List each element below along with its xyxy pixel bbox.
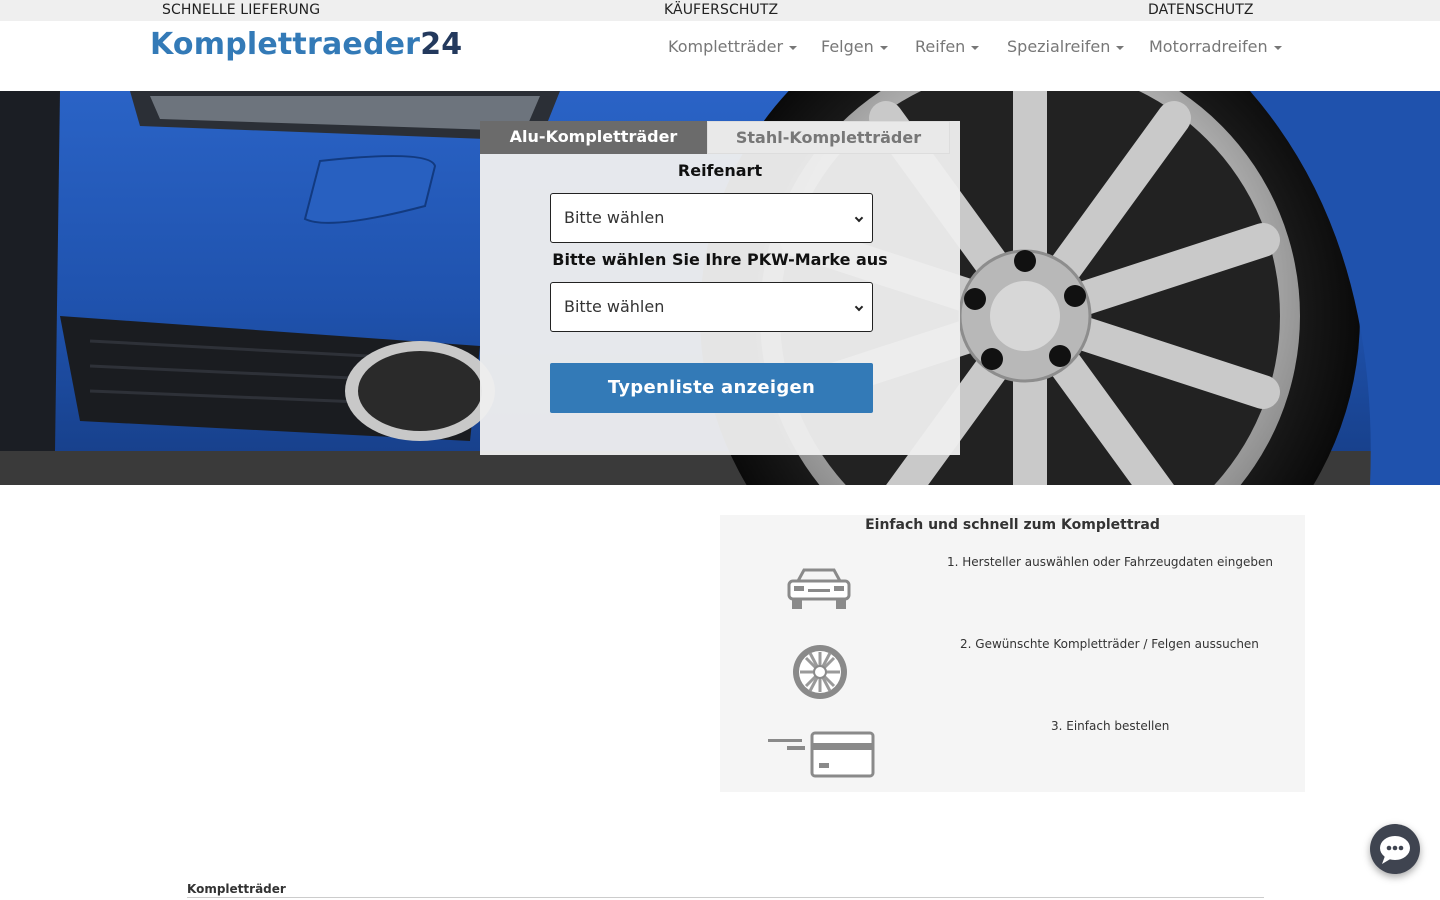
nav-item-reifen[interactable]: Reifen bbox=[915, 37, 980, 56]
pkw-marke-label: Bitte wählen Sie Ihre PKW-Marke aus bbox=[552, 250, 888, 269]
caret-down-icon bbox=[1116, 45, 1125, 50]
tab-stahl-komplettraeder[interactable]: Stahl-Kompletträder bbox=[707, 121, 950, 154]
nav-item-motorradreifen[interactable]: Motorradreifen bbox=[1149, 37, 1282, 56]
nav-label: Kompletträder bbox=[668, 37, 784, 56]
step-3-text: 3. Einfach bestellen bbox=[1051, 719, 1170, 733]
section-heading-komplettraeder: Kompletträder bbox=[187, 882, 286, 896]
reifenart-label: Reifenart bbox=[677, 161, 763, 180]
chevron-down-icon bbox=[854, 213, 864, 223]
section-divider bbox=[187, 897, 1264, 898]
steps-title: Einfach und schnell zum Komplettrad bbox=[865, 517, 1160, 533]
logo-number: 24 bbox=[420, 27, 463, 62]
search-form-panel: Alu-Kompletträder Stahl-Kompletträder Re… bbox=[480, 121, 960, 455]
reifenart-select-value: Bitte wählen bbox=[564, 208, 665, 227]
nav-label: Motorradreifen bbox=[1149, 37, 1268, 56]
chat-button[interactable] bbox=[1370, 824, 1420, 874]
pkw-marke-select[interactable]: Bitte wählen bbox=[550, 282, 873, 332]
steps-box: Einfach und schnell zum Komplettrad 1. H… bbox=[720, 515, 1305, 792]
credit-card-icon bbox=[767, 731, 877, 783]
step-2-text: 2. Gewünschte Kompletträder / Felgen aus… bbox=[960, 637, 1259, 651]
chat-bubble-icon bbox=[1380, 836, 1410, 864]
reifenart-select[interactable]: Bitte wählen bbox=[550, 193, 873, 243]
top-info-bar: SCHNELLE LIEFERUNG KÄUFERSCHUTZ DATENSCH… bbox=[0, 0, 1440, 21]
nav-item-felgen[interactable]: Felgen bbox=[821, 37, 888, 56]
chevron-down-icon bbox=[854, 302, 864, 312]
nav-item-spezialreifen[interactable]: Spezialreifen bbox=[1007, 37, 1125, 56]
caret-down-icon bbox=[971, 45, 980, 50]
nav-label: Spezialreifen bbox=[1007, 37, 1111, 56]
wheel-icon bbox=[791, 643, 849, 705]
topbar-buyer-protection[interactable]: KÄUFERSCHUTZ bbox=[664, 2, 778, 18]
topbar-privacy[interactable]: DATENSCHUTZ bbox=[1148, 2, 1254, 18]
topbar-delivery: SCHNELLE LIEFERUNG bbox=[162, 2, 321, 18]
nav-label: Reifen bbox=[915, 37, 966, 56]
step-1-text: 1. Hersteller auswählen oder Fahrzeugdat… bbox=[947, 555, 1273, 569]
pkw-marke-select-value: Bitte wählen bbox=[564, 297, 665, 316]
caret-down-icon bbox=[879, 45, 888, 50]
nav-item-kompletttraeder[interactable]: Kompletträder bbox=[668, 37, 798, 56]
typenliste-button[interactable]: Typenliste anzeigen bbox=[550, 363, 873, 413]
logo-text: Komplettraeder bbox=[150, 27, 421, 62]
nav-label: Felgen bbox=[821, 37, 874, 56]
tab-alu-komplettraeder[interactable]: Alu-Kompletträder bbox=[480, 121, 707, 154]
caret-down-icon bbox=[1273, 45, 1282, 50]
car-icon bbox=[786, 567, 852, 617]
site-header: Komplettraeder24 Kompletträder Felgen Re… bbox=[0, 21, 1440, 91]
caret-down-icon bbox=[789, 45, 798, 50]
site-logo[interactable]: Komplettraeder24 bbox=[150, 27, 462, 62]
